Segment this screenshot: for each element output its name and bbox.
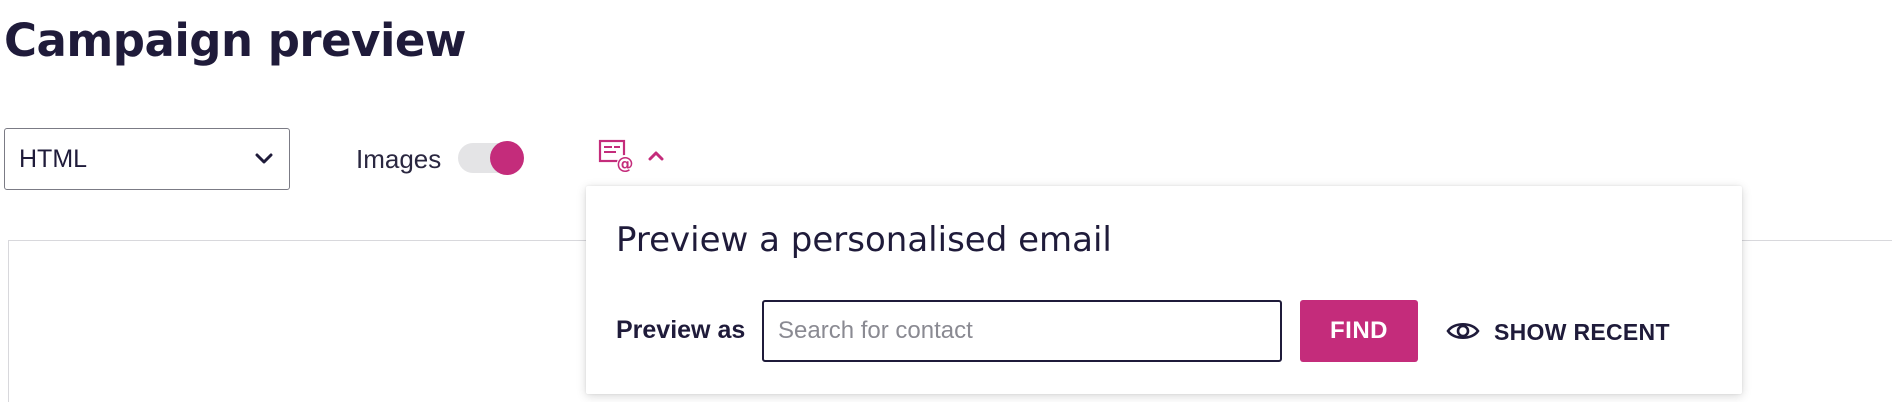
images-toggle-label: Images — [356, 144, 442, 174]
format-select-value: HTML — [19, 144, 88, 173]
personalised-email-icon: @ — [598, 138, 638, 179]
campaign-preview-page: Campaign preview HTML Images @ Preview a… — [0, 0, 1892, 402]
personalise-preview-button[interactable]: @ — [598, 138, 670, 179]
toggle-knob — [490, 141, 524, 175]
svg-text:@: @ — [617, 154, 634, 174]
eye-icon — [1446, 319, 1480, 346]
popover-title: Preview a personalised email — [616, 220, 1112, 260]
show-recent-label: SHOW RECENT — [1494, 318, 1670, 345]
personalised-preview-popover: Preview a personalised email Preview as … — [586, 186, 1742, 394]
find-button[interactable]: FIND — [1300, 300, 1418, 362]
page-title: Campaign preview — [4, 14, 466, 67]
show-recent-button[interactable]: SHOW RECENT — [1446, 314, 1670, 350]
preview-as-label: Preview as — [616, 316, 746, 344]
chevron-down-icon — [253, 148, 275, 170]
chevron-up-icon — [648, 149, 664, 167]
contact-search-input[interactable] — [762, 300, 1282, 362]
preview-toolbar: HTML Images @ — [0, 128, 1892, 192]
format-select[interactable]: HTML — [4, 128, 290, 190]
images-toggle[interactable] — [458, 141, 524, 175]
